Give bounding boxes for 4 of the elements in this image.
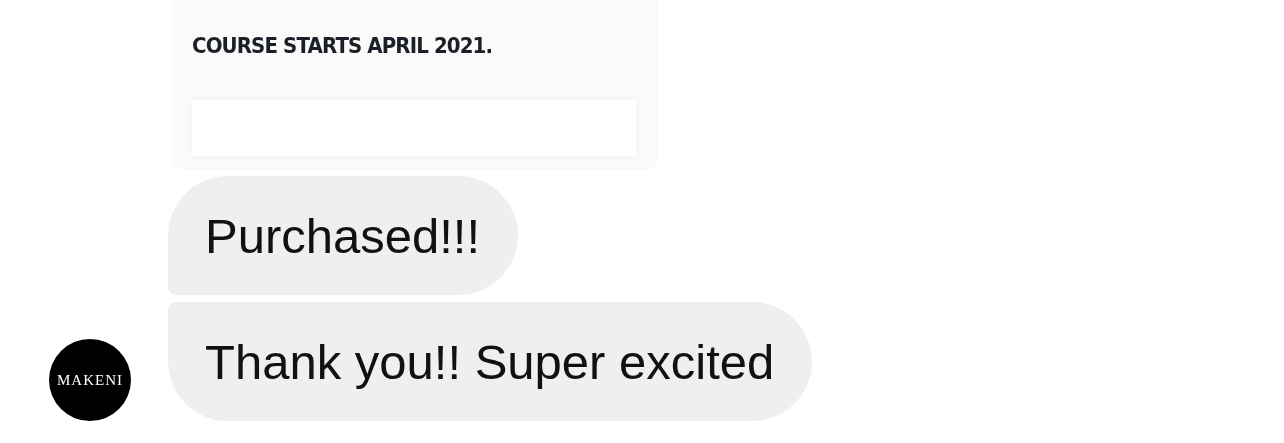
- post-caption: COURSE STARTS APRIL 2021.: [192, 33, 492, 58]
- message-bubble: Thank you!! Super excited: [168, 302, 813, 421]
- avatar: MAKENI: [49, 339, 131, 421]
- message-bubble: Purchased!!!: [168, 176, 519, 295]
